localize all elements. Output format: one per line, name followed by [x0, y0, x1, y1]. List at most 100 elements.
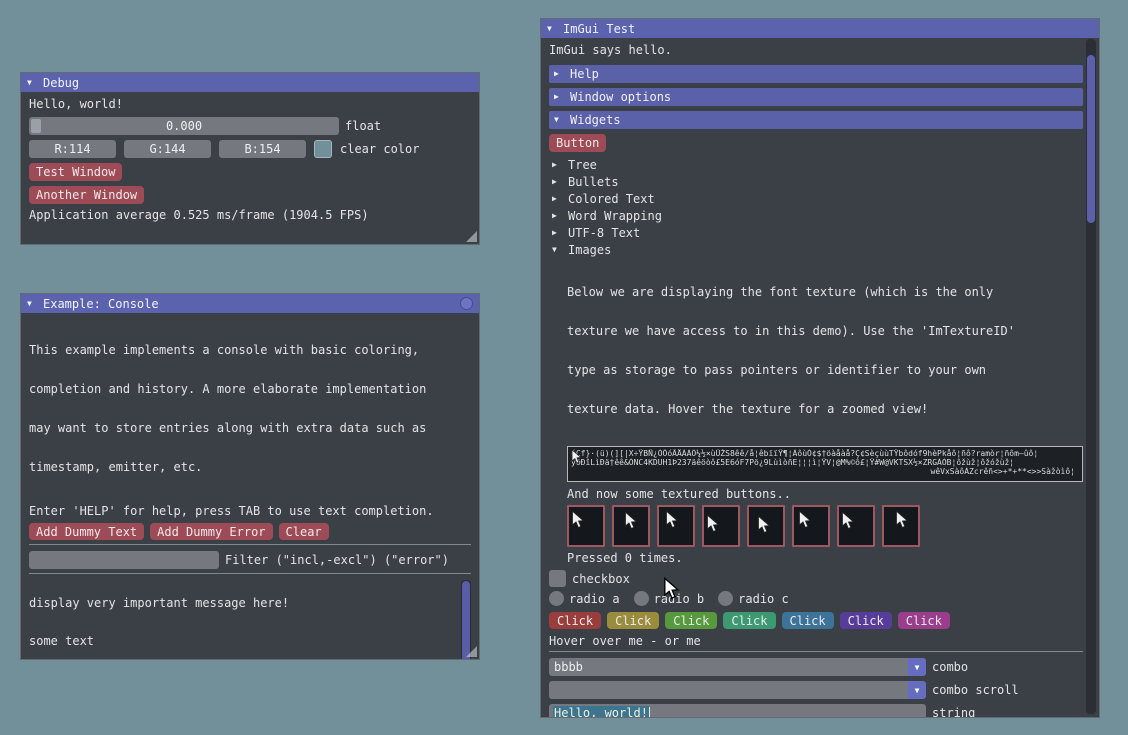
- tree-label: Images: [568, 243, 611, 257]
- combo-scroll-box[interactable]: ▼: [549, 681, 926, 699]
- radio-a[interactable]: radio a: [549, 591, 620, 606]
- tree-node-bullets[interactable]: ▶Bullets: [549, 173, 1083, 190]
- resize-grip[interactable]: [466, 231, 477, 242]
- texture-button[interactable]: [612, 505, 650, 547]
- collapse-arrow-icon[interactable]: ▼: [27, 300, 37, 308]
- click-button-7[interactable]: Click: [898, 612, 950, 629]
- tree-node-word-wrapping[interactable]: ▶Word Wrapping: [549, 207, 1083, 224]
- texture-button[interactable]: [702, 505, 740, 547]
- texture-glyph-row: úÇf}·(ü)(][|X÷ŸBÑ¿ÒÔóÃÅÀÀÖ¼½×ùÛŽS8êê/å¦ê…: [571, 449, 1079, 458]
- clear-button[interactable]: Clear: [279, 523, 329, 540]
- combo-box[interactable]: bbbb ▼: [549, 658, 926, 676]
- click-button-3[interactable]: Click: [665, 612, 717, 629]
- scrollbar-thumb[interactable]: [1087, 55, 1095, 223]
- texture-button[interactable]: [747, 505, 785, 547]
- console-titlebar[interactable]: ▼ Example: Console: [21, 294, 479, 313]
- texture-button[interactable]: [567, 505, 605, 547]
- click-button-5[interactable]: Click: [782, 612, 834, 629]
- color-drag-g[interactable]: G:144: [124, 140, 211, 158]
- intro-line: timestamp, emitter, etc.: [29, 461, 471, 474]
- texture-button[interactable]: [657, 505, 695, 547]
- click-button-6[interactable]: Click: [840, 612, 892, 629]
- click-buttons-row: Click Click Click Click Click Click Clic…: [549, 612, 1083, 629]
- console-log-lines: display very important message here! som…: [29, 580, 471, 660]
- intro-line: may want to store entries along with ext…: [29, 422, 471, 435]
- string-input[interactable]: Hello, world!: [549, 704, 926, 718]
- collapse-arrow-icon[interactable]: ▼: [27, 79, 37, 87]
- add-dummy-error-button[interactable]: Add Dummy Error: [150, 523, 272, 540]
- radio-c[interactable]: radio c: [718, 591, 789, 606]
- color-swatch[interactable]: [314, 140, 332, 158]
- test-window-button[interactable]: Test Window: [29, 163, 122, 181]
- combo-arrow-button[interactable]: ▼: [908, 658, 926, 676]
- another-window-button[interactable]: Another Window: [29, 186, 144, 204]
- click-button-2[interactable]: Click: [607, 612, 659, 629]
- tree-node-images[interactable]: ▼ Images: [549, 241, 1083, 258]
- tree-label: Word Wrapping: [568, 209, 662, 223]
- images-text-line: type as storage to pass pointers or iden…: [567, 364, 1083, 377]
- intro-line: This example implements a console with b…: [29, 344, 471, 357]
- arrow-down-icon: ▼: [552, 246, 562, 254]
- resize-grip[interactable]: [466, 646, 477, 657]
- radio-circle-icon: [718, 591, 733, 606]
- debug-content: Hello, world! 0.000 float R:114 G:144 B:…: [21, 92, 479, 227]
- texture-button[interactable]: [882, 505, 920, 547]
- float-slider[interactable]: 0.000: [29, 117, 339, 135]
- checkbox[interactable]: [549, 570, 566, 587]
- window-title: ImGui Test: [563, 22, 635, 36]
- arrow-right-icon: ▶: [554, 70, 564, 78]
- close-button[interactable]: [460, 297, 473, 310]
- console-intro: This example implements a console with b…: [29, 318, 471, 500]
- color-g-value: G:144: [149, 142, 185, 156]
- click-button-1[interactable]: Click: [549, 612, 601, 629]
- textured-buttons-label: And now some textured buttons..: [567, 487, 1083, 501]
- cursor-glyph-icon: [624, 511, 638, 531]
- click-button-4[interactable]: Click: [723, 612, 775, 629]
- radio-b[interactable]: radio b: [634, 591, 705, 606]
- color-drag-b[interactable]: B:154: [219, 140, 306, 158]
- imgui-test-window: ▼ ImGui Test ImGui says hello. ▶ Help ▶ …: [540, 18, 1100, 718]
- debug-titlebar[interactable]: ▼ Debug: [21, 73, 479, 92]
- clear-color-label: clear color: [340, 142, 419, 156]
- log-line: some text: [29, 635, 471, 648]
- radio-circle-icon: [634, 591, 649, 606]
- cursor-glyph-icon: [798, 510, 812, 530]
- test-titlebar[interactable]: ▼ ImGui Test: [541, 19, 1099, 38]
- combo-arrow-button[interactable]: ▼: [908, 681, 926, 699]
- arrow-right-icon: ▶: [552, 161, 562, 169]
- radio-group: radio a radio b radio c: [549, 591, 1083, 606]
- hover-text[interactable]: Hover over me - or me: [549, 635, 1083, 648]
- add-dummy-text-button[interactable]: Add Dummy Text: [29, 523, 144, 540]
- texture-button[interactable]: [792, 505, 830, 547]
- filter-input[interactable]: [29, 551, 219, 569]
- cursor-glyph-icon: [665, 510, 679, 530]
- collapse-arrow-icon[interactable]: ▼: [547, 25, 557, 33]
- tree-label: Colored Text: [568, 192, 655, 206]
- tree-node-utf8-text[interactable]: ▶UTF-8 Text: [549, 224, 1083, 241]
- header-widgets[interactable]: ▼ Widgets: [549, 111, 1083, 129]
- tree-label: Bullets: [568, 175, 619, 189]
- hello-text: Hello, world!: [29, 97, 471, 111]
- font-texture-image[interactable]: úÇf}·(ü)(][|X÷ŸBÑ¿ÒÔóÃÅÀÀÖ¼½×ùÛŽS8êê/å¦ê…: [567, 446, 1083, 482]
- button-widget[interactable]: Button: [549, 134, 606, 152]
- texture-button[interactable]: [837, 505, 875, 547]
- separator: [549, 651, 1083, 652]
- arrow-right-icon: ▶: [552, 229, 562, 237]
- header-help[interactable]: ▶ Help: [549, 65, 1083, 83]
- textured-buttons-row: [567, 505, 1083, 547]
- tree-node-colored-text[interactable]: ▶ Colored Text: [549, 190, 1083, 207]
- text-caret: [649, 707, 650, 718]
- tree-node-tree[interactable]: ▶Tree: [549, 156, 1083, 173]
- arrow-right-icon: ▶: [552, 195, 562, 203]
- cursor-glyph-icon: [895, 510, 909, 530]
- header-window-options[interactable]: ▶ Window options: [549, 88, 1083, 106]
- color-drag-r[interactable]: R:114: [29, 140, 116, 158]
- arrow-right-icon: ▶: [554, 93, 564, 101]
- checkbox-label: checkbox: [572, 572, 630, 586]
- scrollbar[interactable]: [1086, 39, 1096, 714]
- float-slider-label: float: [345, 119, 381, 133]
- texture-glyph-row: ýöÐîLìÐä†êê&ÒNC4KDUH1Þ237äêöòô£5E6óF7Pö¿…: [571, 458, 1079, 467]
- color-r-value: R:114: [54, 142, 90, 156]
- console-log[interactable]: display very important message here! som…: [29, 580, 471, 660]
- console-content: This example implements a console with b…: [21, 313, 479, 660]
